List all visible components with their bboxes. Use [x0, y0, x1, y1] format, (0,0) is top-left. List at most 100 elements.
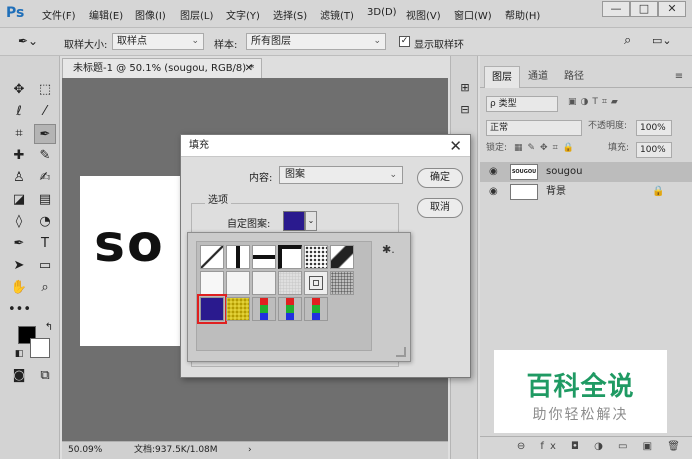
- menu-help[interactable]: 帮助(H): [505, 7, 540, 22]
- pattern-rgb-2[interactable]: [278, 297, 302, 321]
- layer-row-background[interactable]: ◉ 背景 🔒: [480, 182, 692, 202]
- status-menu-arrow[interactable]: ›: [248, 442, 252, 459]
- workspace-icon[interactable]: ▭⌄: [652, 34, 672, 47]
- menu-view[interactable]: 视图(V): [406, 7, 441, 22]
- history-brush-icon[interactable]: ✍: [34, 168, 56, 188]
- lock-icons[interactable]: ▦✎✥⌗🔒: [514, 140, 579, 158]
- blend-mode-select[interactable]: 正常: [486, 120, 582, 136]
- stamp-tool-icon[interactable]: ♙: [8, 168, 30, 188]
- opacity-input[interactable]: 100%: [636, 120, 672, 136]
- background-color-swatch[interactable]: [30, 338, 50, 358]
- cancel-button[interactable]: 取消: [417, 198, 463, 218]
- show-ring-label: 显示取样环: [414, 40, 464, 51]
- blur-tool-icon[interactable]: ◊: [8, 212, 30, 232]
- type-tool-icon[interactable]: T: [34, 234, 56, 254]
- marquee-tool-icon[interactable]: ⬚: [34, 80, 56, 100]
- screen-mode-icon[interactable]: ⧉: [34, 366, 56, 386]
- panel-menu-icon[interactable]: ≡: [670, 66, 688, 88]
- content-select[interactable]: 图案 ⌄: [279, 166, 403, 184]
- menu-window[interactable]: 窗口(W): [454, 7, 492, 22]
- close-icon[interactable]: ✕: [449, 135, 462, 157]
- pattern-fine-noise[interactable]: [278, 271, 302, 295]
- default-colors-icon[interactable]: ◧: [8, 344, 30, 364]
- minimize-button[interactable]: —: [602, 1, 630, 17]
- opacity-label: 不透明度:: [588, 121, 628, 131]
- properties-panel-icon[interactable]: ⊟: [454, 100, 476, 120]
- tab-channels[interactable]: 通道: [520, 66, 556, 88]
- hand-tool-icon[interactable]: ✋: [8, 278, 30, 298]
- menu-filter[interactable]: 滤镜(T): [320, 7, 354, 22]
- layer-row-sougou[interactable]: ◉ SOUGOU sougou: [480, 162, 692, 182]
- layer-name: 背景: [546, 186, 566, 197]
- magic-wand-icon[interactable]: ⁄: [34, 102, 56, 122]
- tab-paths[interactable]: 路径: [556, 66, 592, 88]
- swap-colors-icon[interactable]: ↰: [38, 318, 60, 338]
- pattern-diagonal-line[interactable]: [200, 245, 224, 269]
- pattern-blue-selected[interactable]: [197, 294, 227, 324]
- move-tool-icon[interactable]: ✥: [8, 80, 30, 100]
- healing-tool-icon[interactable]: ✚: [8, 146, 30, 166]
- eyedropper-icon[interactable]: ✒⌄: [18, 34, 38, 48]
- pattern-dots[interactable]: [304, 245, 328, 269]
- layer-name: sougou: [546, 166, 583, 177]
- filter-icons[interactable]: ▣◑T⌗▰: [568, 94, 622, 112]
- brush-tool-icon[interactable]: ✎: [34, 146, 56, 166]
- menu-select[interactable]: 选择(S): [273, 7, 307, 22]
- menu-file[interactable]: 文件(F): [42, 7, 76, 22]
- resize-handle[interactable]: [396, 347, 406, 357]
- eye-icon[interactable]: ◉: [489, 182, 498, 202]
- close-button[interactable]: ✕: [658, 1, 686, 17]
- dialog-title: 填充: [189, 140, 209, 151]
- pattern-vertical-bar[interactable]: [226, 245, 250, 269]
- pattern-diagonal-thick[interactable]: [330, 245, 354, 269]
- canvas-text: so: [94, 214, 165, 274]
- pen-tool-icon[interactable]: ✒: [8, 234, 30, 254]
- show-ring-checkbox[interactable]: ✓: [399, 36, 410, 47]
- zoom-tool-icon[interactable]: ⌕: [34, 278, 56, 298]
- fill-input[interactable]: 100%: [636, 142, 672, 158]
- layer-filter-select[interactable]: ρ 类型: [486, 96, 558, 112]
- sample-size-select[interactable]: 取样点 ⌄: [112, 33, 204, 50]
- chevron-down-icon: ⌄: [373, 36, 381, 46]
- tab-layers[interactable]: 图层: [484, 66, 520, 88]
- pattern-blank-3[interactable]: [252, 271, 276, 295]
- shape-tool-icon[interactable]: ▭: [34, 256, 56, 276]
- custom-pattern-swatch[interactable]: [283, 211, 305, 231]
- crop-tool-icon[interactable]: ⌗: [8, 124, 30, 144]
- ok-button[interactable]: 确定: [417, 168, 463, 188]
- quick-mask-icon[interactable]: ◙: [8, 366, 30, 386]
- pattern-corner[interactable]: [278, 245, 302, 269]
- menu-layer[interactable]: 图层(L): [180, 7, 213, 22]
- history-panel-icon[interactable]: ⊞: [454, 78, 476, 98]
- lasso-tool-icon[interactable]: ℓ: [8, 102, 30, 122]
- path-select-icon[interactable]: ➤: [8, 256, 30, 276]
- pattern-rgb-1[interactable]: [252, 297, 276, 321]
- pattern-blank-2[interactable]: [226, 271, 250, 295]
- pattern-grid: [196, 241, 372, 351]
- gradient-tool-icon[interactable]: ▤: [34, 190, 56, 210]
- eye-icon[interactable]: ◉: [489, 162, 498, 182]
- pattern-concentric-square[interactable]: [304, 271, 328, 295]
- pattern-gray-noise[interactable]: [330, 271, 354, 295]
- eraser-tool-icon[interactable]: ◪: [8, 190, 30, 210]
- pattern-yellow-noise[interactable]: [226, 297, 250, 321]
- pattern-rgb-3[interactable]: [304, 297, 328, 321]
- document-tab[interactable]: 未标题-1 @ 50.1% (sougou, RGB/8) * ✕: [62, 58, 262, 78]
- menu-edit[interactable]: 编辑(E): [89, 7, 123, 22]
- eyedropper-tool-icon[interactable]: ✒: [34, 124, 56, 144]
- dodge-tool-icon[interactable]: ◔: [34, 212, 56, 232]
- gear-icon[interactable]: ✱.: [382, 243, 395, 256]
- pattern-blank-1[interactable]: [200, 271, 224, 295]
- zoom-level[interactable]: 50.09%: [68, 442, 102, 459]
- layers-footer-icons[interactable]: ⊖ fx ◘ ◑ ▭ ▣ 🗑: [480, 436, 692, 456]
- maximize-button[interactable]: □: [630, 1, 658, 17]
- menu-image[interactable]: 图像(I): [135, 7, 166, 22]
- menu-type[interactable]: 文字(Y): [226, 7, 260, 22]
- more-tools-icon[interactable]: •••: [8, 300, 31, 320]
- menu-3d[interactable]: 3D(D): [367, 7, 397, 18]
- search-icon[interactable]: ⌕: [624, 33, 631, 48]
- chevron-down-icon[interactable]: ⌄: [305, 211, 317, 231]
- pattern-horizontal-bar[interactable]: [252, 245, 276, 269]
- sample-select[interactable]: 所有图层 ⌄: [246, 33, 386, 50]
- tab-close-icon[interactable]: ✕: [245, 59, 253, 78]
